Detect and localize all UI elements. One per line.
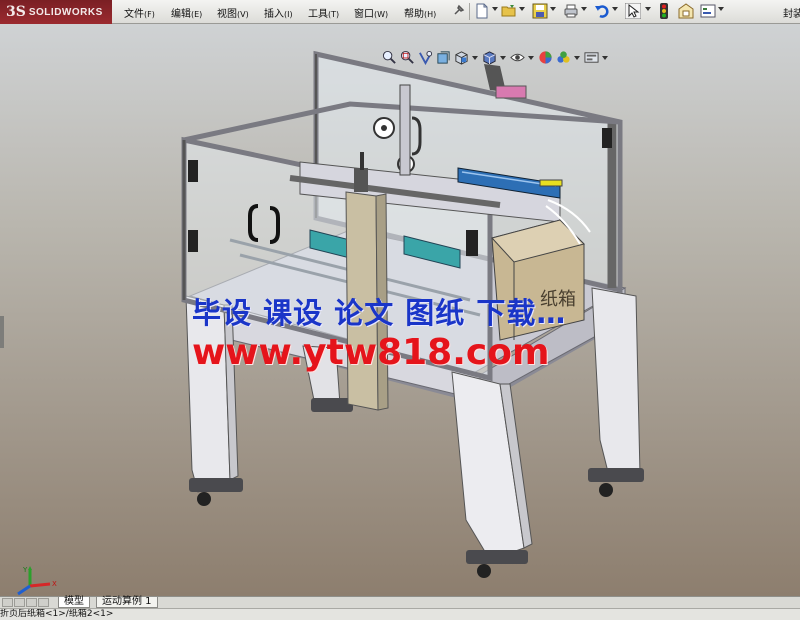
first-tab-button[interactable]: [2, 598, 13, 607]
print-icon[interactable]: [563, 3, 579, 19]
menu-window-key: (W): [374, 10, 389, 19]
menu-file[interactable]: 文件(F): [124, 5, 155, 20]
options-dropdown-icon[interactable]: [718, 7, 724, 11]
menu-view-key: (V): [237, 10, 249, 19]
pin-icon[interactable]: [450, 3, 466, 19]
menu-view-label: 视图: [217, 9, 237, 20]
menu-edit[interactable]: 编辑(E): [171, 5, 202, 20]
open-dropdown-icon[interactable]: [519, 7, 525, 11]
triad-x-label: X: [52, 580, 57, 588]
watermark-text-line1: 毕设 课设 论文 图纸 下载…: [192, 296, 567, 330]
select-cursor-icon[interactable]: [625, 3, 641, 19]
menu-window-label: 窗口: [354, 9, 374, 20]
menu-package[interactable]: 封装: [783, 5, 800, 20]
open-icon[interactable]: [501, 3, 517, 19]
menu-bar: 3S SOLIDWORKS 文件(F) 编辑(E) 视图(V) 插入(I) 工具…: [0, 0, 800, 24]
tab-model[interactable]: 模型: [58, 597, 90, 608]
status-text: 折页后纸箱<1>/纸箱2<1>: [0, 609, 114, 619]
graphics-area[interactable]: 纸箱 毕设 课设 论文 图纸 下载… www.ytw818.com X Y Z: [0, 24, 800, 596]
triad-y-label: Y: [22, 566, 28, 574]
undo-dropdown-icon[interactable]: [612, 7, 618, 11]
next-tab-button[interactable]: [26, 598, 37, 607]
save-dropdown-icon[interactable]: [550, 7, 556, 11]
reference-triad-icon: X Y Z: [17, 566, 57, 596]
menu-package-label: 封装: [783, 9, 800, 20]
print-dropdown-icon[interactable]: [581, 7, 587, 11]
menu-insert[interactable]: 插入(I): [264, 5, 293, 20]
last-tab-button[interactable]: [38, 598, 49, 607]
toolbar-separator: [469, 3, 470, 20]
status-bar: 折页后纸箱<1>/纸箱2<1>: [0, 608, 800, 620]
app-name: SOLIDWORKS: [28, 6, 103, 18]
options-icon[interactable]: [700, 3, 716, 19]
watermark-url: www.ytw818.com: [192, 332, 550, 373]
rebuild-traffic-light-icon[interactable]: [656, 3, 672, 19]
new-dropdown-icon[interactable]: [492, 7, 498, 11]
panel-collapse-handle[interactable]: [0, 316, 4, 348]
select-dropdown-icon[interactable]: [645, 7, 651, 11]
menu-window[interactable]: 窗口(W): [354, 5, 388, 20]
solidworks-logo[interactable]: 3S SOLIDWORKS: [0, 0, 112, 24]
menu-file-key: (F): [144, 10, 155, 19]
menu-edit-label: 编辑: [171, 9, 191, 20]
new-document-icon[interactable]: [474, 3, 490, 19]
tab-motion-study-1[interactable]: 运动算例 1: [96, 597, 158, 608]
menu-tools-label: 工具: [308, 9, 328, 20]
menu-view[interactable]: 视图(V): [217, 5, 249, 20]
file-properties-icon[interactable]: [678, 3, 694, 19]
prev-tab-button[interactable]: [14, 598, 25, 607]
menu-insert-key: (I): [284, 10, 293, 19]
ds-logo-icon: 3S: [6, 4, 26, 20]
menu-insert-label: 插入: [264, 9, 284, 20]
save-icon[interactable]: [532, 3, 548, 19]
menu-file-label: 文件: [124, 9, 144, 20]
menu-edit-key: (E): [191, 10, 203, 19]
menu-help-label: 帮助: [404, 9, 424, 20]
menu-tools[interactable]: 工具(T): [308, 5, 339, 20]
menu-tools-key: (T): [328, 10, 340, 19]
menu-help[interactable]: 帮助(H): [404, 5, 436, 20]
menu-help-key: (H): [424, 10, 437, 19]
undo-icon[interactable]: [594, 3, 610, 19]
